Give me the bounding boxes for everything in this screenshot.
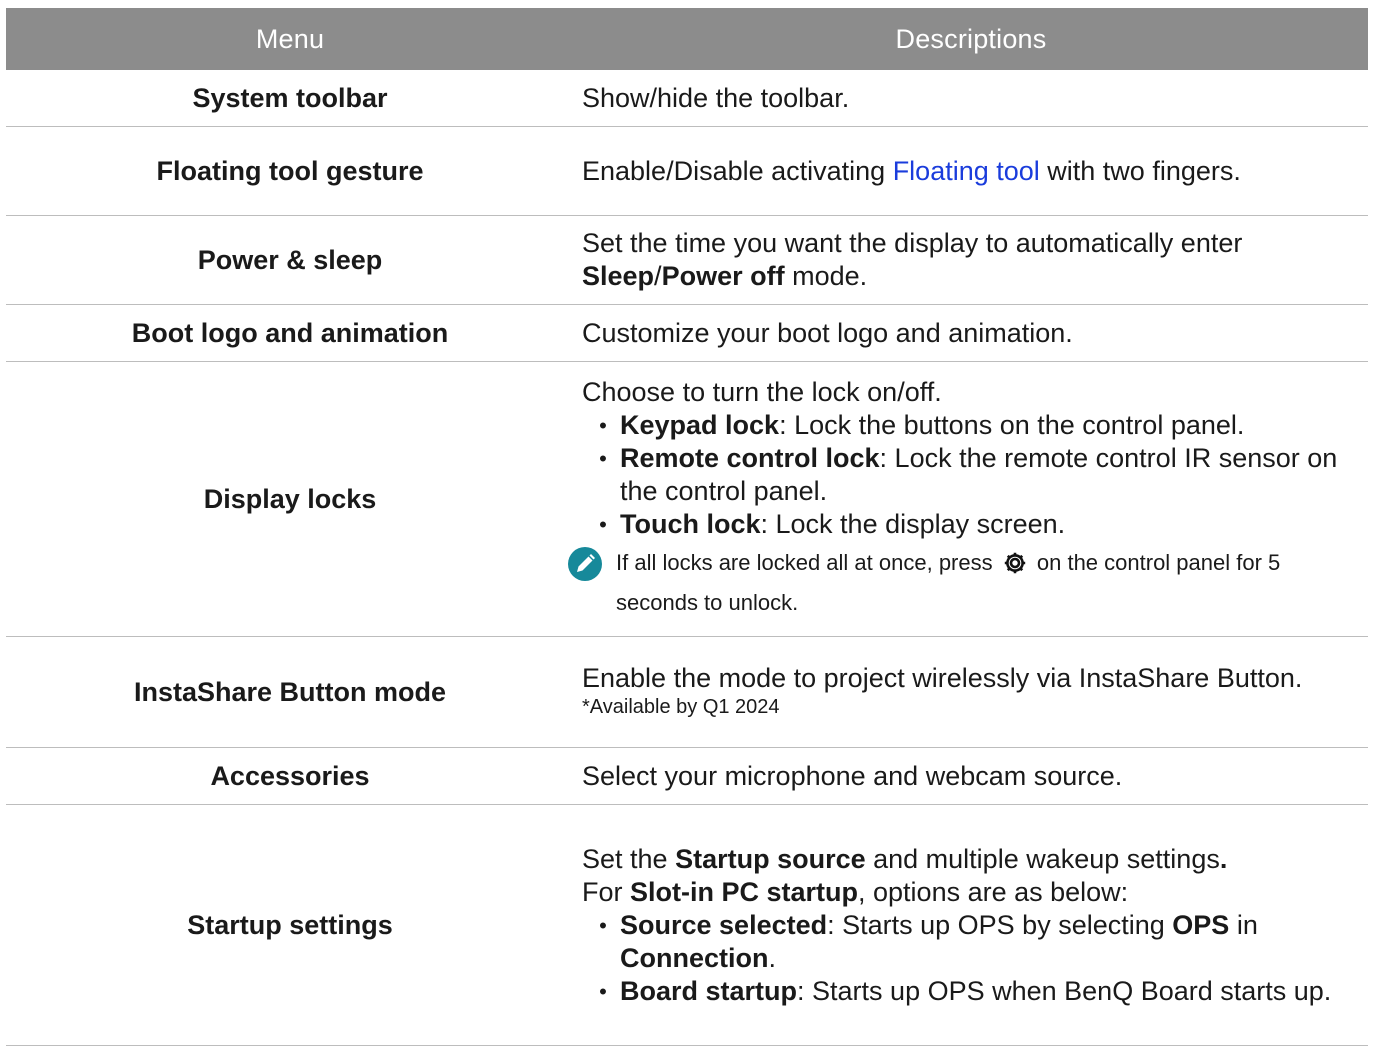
list-item: • Keypad lock: Lock the buttons on the co… [599, 409, 1362, 442]
list-text: in [1229, 909, 1258, 940]
startup-source-term: Startup source [675, 843, 866, 874]
list-term: Board startup [620, 975, 798, 1006]
desc-text: Enable/Disable activating [582, 155, 893, 186]
document-page: Menu Descriptions System toolbar Show/hi… [0, 0, 1373, 1057]
desc-text: For [582, 876, 631, 907]
description-floating-tool-gesture: Enable/Disable activating Floating tool … [574, 126, 1368, 216]
desc-text: and multiple wakeup settings [865, 843, 1220, 874]
table-row-boot-logo: Boot logo and animation Customize your b… [6, 304, 1368, 362]
menu-item-instashare: InstaShare Button mode [6, 636, 574, 748]
table-row-accessories: Accessories Select your microphone and w… [6, 747, 1368, 805]
list-term: Source selected [620, 909, 828, 940]
note-box: If all locks are locked all at once, pre… [568, 543, 1362, 623]
ops-term: OPS [1172, 909, 1230, 940]
desc-text: , options are as below: [858, 876, 1129, 907]
menu-item-startup-settings: Startup settings [6, 804, 574, 1046]
bullet-icon: • [599, 511, 607, 537]
note-text: If all locks are locked all at once, pre… [616, 549, 993, 575]
description-display-locks: Choose to turn the lock on/off. • Keypad … [568, 361, 1368, 637]
menu-item-system-toolbar: System toolbar [6, 70, 574, 127]
menu-item-floating-tool-gesture: Floating tool gesture [6, 126, 574, 216]
table-row-startup-settings: Startup settings Set the Startup source … [6, 804, 1368, 1046]
period: . [1219, 843, 1228, 874]
menu-item-accessories: Accessories [6, 747, 574, 805]
list-text: : Lock the display screen. [760, 508, 1066, 539]
floating-tool-link[interactable]: Floating tool [893, 156, 1040, 186]
list-term: Remote control lock [620, 442, 880, 473]
startup-line-1: Set the Startup source and multiple wake… [582, 843, 1362, 876]
desc-text: Set the [582, 843, 676, 874]
table-row-instashare: InstaShare Button mode Enable the mode t… [6, 636, 1368, 748]
lock-list: • Keypad lock: Lock the buttons on the co… [582, 409, 1362, 541]
list-term: Touch lock [620, 508, 761, 539]
list-item: • Board startup: Starts up OPS when BenQ … [599, 975, 1362, 1008]
description-boot-logo: Customize your boot logo and animation. [574, 304, 1368, 362]
header-menu: Menu [6, 8, 574, 70]
description-accessories: Select your microphone and webcam source… [574, 747, 1368, 805]
desc-text: mode. [784, 261, 868, 291]
table-row-display-locks: Display locks Choose to turn the lock on… [6, 361, 1368, 637]
list-item: • Remote control lock: Lock the remote co… [599, 442, 1362, 508]
settings-menu-table: Menu Descriptions System toolbar Show/hi… [6, 8, 1368, 1046]
instashare-desc: Enable the mode to project wirelessly vi… [582, 662, 1303, 693]
startup-list: • Source selected: Starts up OPS by selec… [582, 909, 1362, 1008]
table-header-row: Menu Descriptions [6, 8, 1368, 70]
header-descriptions: Descriptions [574, 8, 1368, 70]
menu-item-boot-logo: Boot logo and animation [6, 304, 574, 362]
list-text: : Lock the buttons on the control panel. [779, 409, 1245, 440]
pencil-note-icon [568, 546, 602, 581]
description-system-toolbar: Show/hide the toolbar. [574, 70, 1368, 127]
list-item: • Source selected: Starts up OPS by selec… [599, 909, 1362, 975]
menu-item-power-sleep: Power & sleep [6, 215, 574, 305]
sleep-term: Sleep [582, 261, 655, 291]
list-text: . [768, 942, 777, 973]
startup-line-2: For Slot-in PC startup, options are as b… [582, 876, 1362, 909]
desc-text: with two fingers. [1039, 155, 1241, 186]
bullet-icon: • [599, 445, 607, 471]
connection-term: Connection [620, 942, 769, 973]
list-text: : Starts up OPS by selecting [827, 909, 1173, 940]
list-term: Keypad lock [620, 409, 780, 440]
power-off-term: Power off [661, 261, 785, 291]
desc-text: Set the time you want the display to aut… [582, 228, 1243, 258]
list-text: : Starts up OPS when BenQ Board starts u… [797, 975, 1332, 1006]
list-item: • Touch lock: Lock the display screen. [599, 508, 1362, 541]
bullet-icon: • [599, 912, 607, 938]
table-row-floating-tool-gesture: Floating tool gesture Enable/Disable act… [6, 126, 1368, 216]
description-power-sleep: Set the time you want the display to aut… [574, 215, 1368, 305]
description-startup-settings: Set the Startup source and multiple wake… [574, 804, 1368, 1046]
menu-item-display-locks: Display locks [6, 361, 574, 637]
description-instashare: Enable the mode to project wirelessly vi… [574, 636, 1368, 748]
gear-icon [1004, 552, 1025, 573]
availability-note: *Available by Q1 2024 [582, 695, 780, 718]
separator: / [654, 261, 662, 291]
bullet-icon: • [599, 412, 607, 438]
bullet-icon: • [599, 978, 607, 1004]
table-row-system-toolbar: System toolbar Show/hide the toolbar. [6, 70, 1368, 127]
slot-in-pc-term: Slot-in PC startup [630, 876, 859, 907]
table-row-power-sleep: Power & sleep Set the time you want the … [6, 215, 1368, 305]
display-locks-intro: Choose to turn the lock on/off. [582, 376, 942, 407]
